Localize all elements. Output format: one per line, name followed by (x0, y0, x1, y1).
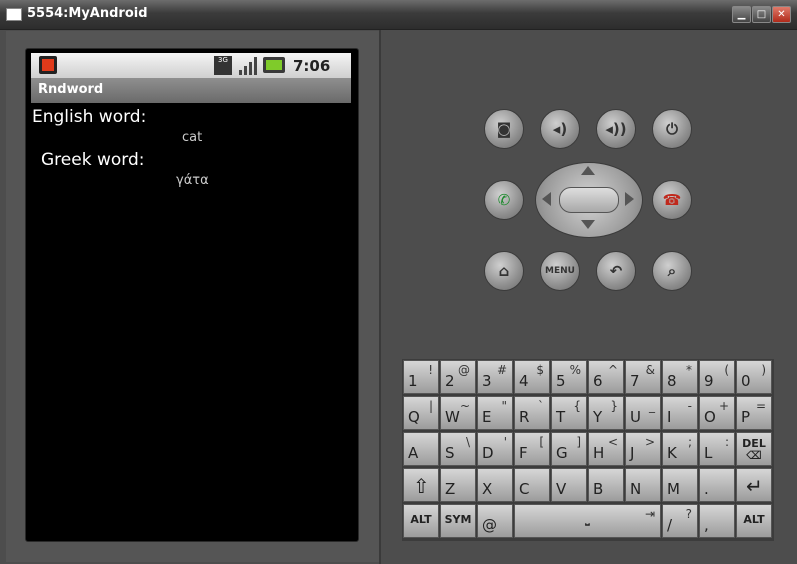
key-9[interactable]: 9( (699, 360, 735, 394)
status-bar[interactable]: 3G 7:06 AM (31, 53, 351, 92)
key-comma[interactable]: , (699, 504, 735, 538)
key-p[interactable]: P = (736, 396, 772, 430)
key-alt-right[interactable]: ALT (736, 504, 772, 538)
key-m[interactable]: M (662, 468, 698, 502)
key-4[interactable]: 4 $ (514, 360, 550, 394)
greek-label: Greek word: (41, 150, 145, 170)
key-slash[interactable]: /? (662, 504, 698, 538)
key-s[interactable]: S \ (440, 432, 476, 466)
key-2[interactable]: 2 @ (440, 360, 476, 394)
key-at[interactable]: @ (477, 504, 513, 538)
backspace-icon: ⌫ (746, 449, 762, 462)
emulator-window: 5554:MyAndroid ▁ □ ✕ 3G 7:06 AM Rndword … (0, 0, 797, 564)
key-v[interactable]: V (551, 468, 587, 502)
end-call-icon[interactable]: ☎ (652, 180, 692, 220)
key-del[interactable]: DEL ⌫ (736, 432, 772, 466)
key-b[interactable]: B (588, 468, 624, 502)
search-icon[interactable]: ⌕ (652, 251, 692, 291)
back-icon[interactable]: ↶ (596, 251, 636, 291)
tab-icon: ⇥ (644, 507, 655, 521)
minimize-button[interactable]: ▁ (732, 6, 751, 23)
key-7[interactable]: 7 & (625, 360, 661, 394)
menu-icon[interactable]: MENU (540, 251, 580, 291)
key-c[interactable]: C (514, 468, 550, 502)
close-button[interactable]: ✕ (772, 6, 791, 23)
app-title: Rndword (38, 82, 104, 97)
hardware-keyboard: 1! 2 @3 #4 $5% 6 ^ 7 & 8 * 9(0) Q | W ~ E " R ` T{Y} U _ I - O + P =… (402, 359, 774, 541)
notification-icon (39, 56, 57, 74)
key-8[interactable]: 8 * (662, 360, 698, 394)
home-icon[interactable]: ⌂ (484, 251, 524, 291)
key-shift[interactable]: ⇧ (403, 468, 439, 502)
key-q[interactable]: Q | (403, 396, 439, 430)
key-f[interactable]: F[ (514, 432, 550, 466)
volume-down-icon[interactable]: ◂) (540, 109, 580, 149)
network-3g-icon: 3G (214, 56, 232, 75)
key-r[interactable]: R ` (514, 396, 550, 430)
english-value: cat (182, 130, 203, 145)
key-o[interactable]: O + (699, 396, 735, 430)
key-w[interactable]: W ~ (440, 396, 476, 430)
key-e[interactable]: E " (477, 396, 513, 430)
volume-up-icon[interactable]: ◂)) (596, 109, 636, 149)
key-a[interactable]: A (403, 432, 439, 466)
key-3[interactable]: 3 # (477, 360, 513, 394)
dpad-center-button[interactable] (559, 187, 619, 213)
key-period[interactable]: . (699, 468, 735, 502)
window-title: 5554:MyAndroid (27, 6, 148, 21)
key-t[interactable]: T{ (551, 396, 587, 430)
key-n[interactable]: N (625, 468, 661, 502)
key-h[interactable]: H < (588, 432, 624, 466)
key-l[interactable]: L: (699, 432, 735, 466)
dpad-left-icon[interactable] (542, 192, 551, 206)
key-1[interactable]: 1! (403, 360, 439, 394)
english-label: English word: (32, 107, 147, 127)
key-sym[interactable]: SYM (440, 504, 476, 538)
camera-icon[interactable]: ◙ (484, 109, 524, 149)
key-y[interactable]: Y} (588, 396, 624, 430)
panel-divider (379, 30, 381, 564)
key-enter[interactable]: ↵ (736, 468, 772, 502)
window-icon (6, 8, 22, 21)
power-icon[interactable]: ⏻ (652, 109, 692, 149)
key-i[interactable]: I- (662, 396, 698, 430)
dpad-up-icon[interactable] (581, 166, 595, 175)
key-0[interactable]: 0) (736, 360, 772, 394)
title-bar[interactable]: 5554:MyAndroid ▁ □ ✕ (0, 0, 797, 30)
key-z[interactable]: Z (440, 468, 476, 502)
key-6[interactable]: 6 ^ (588, 360, 624, 394)
call-icon[interactable]: ✆ (484, 180, 524, 220)
app-title-bar: Rndword (31, 78, 351, 103)
maximize-button[interactable]: □ (752, 6, 771, 23)
battery-icon (263, 57, 285, 73)
key-g[interactable]: G] (551, 432, 587, 466)
signal-icon (239, 56, 258, 75)
key-k[interactable]: K; (662, 432, 698, 466)
key-alt-left[interactable]: ALT (403, 504, 439, 538)
greek-value: γάτα (176, 173, 209, 188)
key-j[interactable]: J > (625, 432, 661, 466)
key-x[interactable]: X (477, 468, 513, 502)
key-5[interactable]: 5% (551, 360, 587, 394)
key-u[interactable]: U _ (625, 396, 661, 430)
key-d[interactable]: D ' (477, 432, 513, 466)
key-space[interactable]: ⎵ ⇥ (514, 504, 661, 538)
dpad-right-icon[interactable] (625, 192, 634, 206)
dpad-down-icon[interactable] (581, 220, 595, 229)
